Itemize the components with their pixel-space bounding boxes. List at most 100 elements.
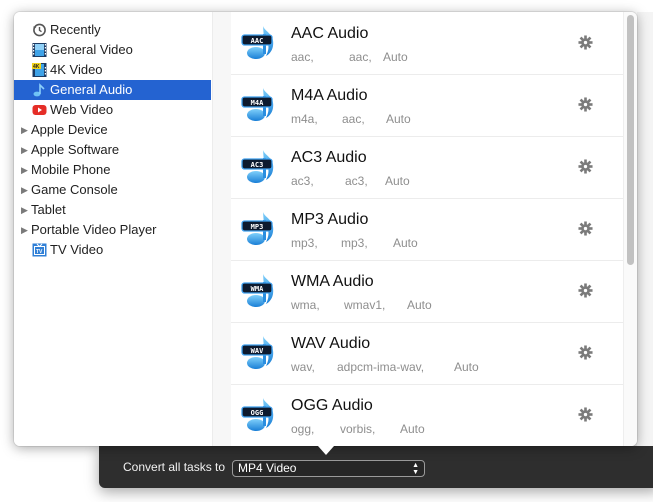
format-list: AAC AAC Audio aac, aac, Auto M4A M4A Audio m4a,… [231,12,623,446]
format-name: AC3 Audio [291,149,367,166]
format-codec: wmav1, [344,298,386,312]
sidebar-item-label: Recently [50,22,101,37]
format-row-wma[interactable]: WMA WMA Audio wma, wmav1, Auto [231,260,623,323]
format-container: aac, [291,50,314,64]
sidebar-item-general-audio[interactable]: General Audio [14,80,211,100]
tv-icon: TV [32,243,47,257]
format-quality: Auto [400,422,425,436]
disclosure-triangle-icon[interactable]: ▶ [21,200,28,220]
format-row-mp3[interactable]: MP3 MP3 Audio mp3, mp3, Auto [231,198,623,261]
format-quality: Auto [393,236,418,250]
sidebar-item-general-video[interactable]: General Video [14,40,211,60]
format-badge-text: OGG [251,409,264,417]
format-popover: Recently General Video 4K 4K Video General A… [14,12,637,446]
sidebar-item-label: TV Video [50,242,104,257]
disclosure-triangle-icon[interactable]: ▶ [21,120,28,140]
format-badge-text: MP3 [251,223,264,231]
format-row-m4a[interactable]: M4A M4A Audio m4a, aac, Auto [231,74,623,137]
sidebar-item-label: General Video [50,42,133,57]
sidebar-item-label: Apple Software [31,142,120,157]
audio-format-icon: OGG [241,394,281,434]
gear-icon[interactable] [578,97,593,112]
sidebar-item-tv-video[interactable]: TV TV Video [14,240,211,260]
format-row-wav[interactable]: WAV WAV Audio wav, adpcm-ima-wav, Auto [231,322,623,385]
svg-text:TV: TV [36,249,43,255]
sidebar-item-label: Game Console [31,182,118,197]
output-format-select[interactable]: MP4 Video ▲ ▼ [232,460,425,477]
scrollbar-thumb[interactable] [627,15,634,265]
format-container: mp3, [291,236,318,250]
format-badge-text: WMA [251,285,264,293]
format-codec: ac3, [345,174,368,188]
sidebar-item-4k-video[interactable]: 4K 4K Video [14,60,211,80]
category-sidebar: Recently General Video 4K 4K Video General A… [14,12,212,446]
film-icon [32,43,47,57]
audio-format-icon: WAV [241,332,281,372]
convert-bar: Convert all tasks to MP4 Video ▲ ▼ [99,446,653,488]
audio-format-icon: WMA [241,270,281,310]
gear-icon[interactable] [578,407,593,422]
popover-pointer [318,446,334,455]
audio-format-icon: AAC [241,22,281,62]
format-badge-text: WAV [251,347,264,355]
gear-icon[interactable] [578,345,593,360]
format-row-ogg[interactable]: OGG OGG Audio ogg, vorbis, Auto [231,384,623,446]
youtube-icon [32,103,47,117]
format-row-ac3[interactable]: AC3 AC3 Audio ac3, ac3, Auto [231,136,623,199]
sidebar-item-label: Mobile Phone [31,162,111,177]
music-note-icon [32,83,47,97]
format-container: ogg, [291,422,315,436]
4k-film-icon: 4K [32,63,47,77]
sidebar-item-label: Web Video [50,102,114,117]
disclosure-triangle-icon[interactable]: ▶ [21,160,28,180]
sidebar-item-mobile-phone[interactable]: ▶ Mobile Phone [14,160,211,180]
format-container: wma, [291,298,320,312]
format-container: m4a, [291,112,318,126]
format-codec: mp3, [341,236,368,250]
background-window-edge [637,12,653,446]
disclosure-triangle-icon[interactable]: ▶ [21,220,28,240]
gear-icon[interactable] [578,221,593,236]
sidebar-item-tablet[interactable]: ▶ Tablet [14,200,211,220]
format-name: WMA Audio [291,273,374,290]
sidebar-item-portable-video-player[interactable]: ▶ Portable Video Player [14,220,211,240]
format-name: M4A Audio [291,87,368,104]
sidebar-item-label: 4K Video [50,62,103,77]
format-container: ac3, [291,174,314,188]
format-codec: adpcm-ima-wav, [337,360,425,374]
format-container: wav, [291,360,315,374]
format-name: MP3 Audio [291,211,369,228]
format-quality: Auto [386,112,411,126]
gear-icon[interactable] [578,35,593,50]
format-quality: Auto [383,50,408,64]
format-row-aac[interactable]: AAC AAC Audio aac, aac, Auto [231,12,623,75]
disclosure-triangle-icon[interactable]: ▶ [21,140,28,160]
format-codec: vorbis, [340,422,376,436]
format-name: WAV Audio [291,335,371,352]
sidebar-item-game-console[interactable]: ▶ Game Console [14,180,211,200]
disclosure-triangle-icon[interactable]: ▶ [21,180,28,200]
format-badge-text: AC3 [251,161,264,169]
audio-format-icon: MP3 [241,208,281,248]
sidebar-item-apple-software[interactable]: ▶ Apple Software [14,140,211,160]
gear-icon[interactable] [578,159,593,174]
format-name: OGG Audio [291,397,373,414]
sidebar-divider [212,12,232,446]
convert-all-label: Convert all tasks to [123,460,226,474]
format-name: AAC Audio [291,25,369,42]
format-codec: aac, [349,50,372,64]
svg-text:4K: 4K [33,64,40,70]
sidebar-item-web-video[interactable]: Web Video [14,100,211,120]
sidebar-item-apple-device[interactable]: ▶ Apple Device [14,120,211,140]
sidebar-item-label: Portable Video Player [31,222,157,237]
clock-icon [32,23,47,37]
format-list-scrollbar[interactable] [623,12,637,446]
sidebar-item-label: Apple Device [31,122,108,137]
gear-icon[interactable] [578,283,593,298]
sidebar-item-recently[interactable]: Recently [14,20,211,40]
format-codec: aac, [342,112,365,126]
format-quality: Auto [385,174,410,188]
format-badge-text: AAC [251,37,264,45]
audio-format-icon: AC3 [241,146,281,186]
sidebar-item-label: General Audio [50,82,133,97]
